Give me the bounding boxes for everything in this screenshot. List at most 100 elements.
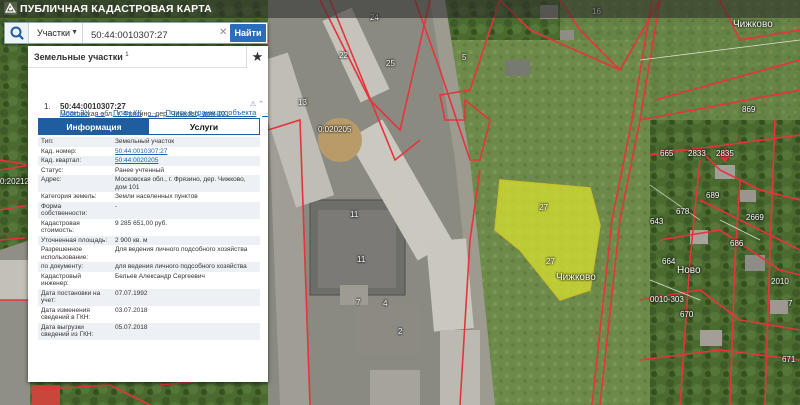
building-label: 22 xyxy=(339,51,348,60)
app-logo-icon xyxy=(4,2,17,15)
search-type-label: Участки xyxy=(37,28,70,38)
attribute-value: 2 900 кв. м xyxy=(112,235,260,245)
tab-services[interactable]: Услуги xyxy=(149,119,259,134)
parcel-label: 678 xyxy=(676,207,690,216)
building-label: 13 xyxy=(298,98,307,107)
table-row: Дата выгрузки сведений из ГКН: 05.07.2018 xyxy=(38,322,260,340)
table-row: Кад. номер: 50:44:0010307:27 xyxy=(38,147,260,157)
find-button[interactable]: Найти xyxy=(230,24,266,42)
panel-header: Земельные участки 1 ★ xyxy=(28,46,268,68)
attribute-key: Адрес: xyxy=(38,175,112,192)
building-label: 5 xyxy=(462,53,467,62)
parcel-label: 7 xyxy=(788,299,793,308)
attribute-key: Дата выгрузки сведений из ГКН: xyxy=(38,322,112,340)
search-input[interactable] xyxy=(87,23,217,43)
building-label: 4 xyxy=(383,299,388,308)
panel-tabs: Информация Услуги xyxy=(38,118,260,135)
building-label: 11 xyxy=(350,210,359,219)
attributes-table: Тип: Земельный участок Кад. номер: 50:44:00… xyxy=(38,137,260,340)
parcel-label: 2835 xyxy=(716,149,734,158)
table-row: Дата изменения сведений в ГКН: 03.07.2018 xyxy=(38,306,260,323)
building-label: 11 xyxy=(357,255,366,264)
clear-icon[interactable]: ✕ xyxy=(219,27,227,38)
attribute-value: Земельный участок xyxy=(112,137,260,147)
locality-label: Чижково xyxy=(556,272,596,283)
table-row: Адрес: Московская обл., г. Фрязино, дер. … xyxy=(38,175,260,192)
favorite-star-icon[interactable]: ★ xyxy=(246,46,268,68)
parcel-label: 670 xyxy=(680,310,694,319)
table-row: Кадастровая стоимость: 9 285 651,00 руб. xyxy=(38,219,260,236)
parcel-label: 643 xyxy=(650,217,664,226)
attribute-key: Кад. квартал: xyxy=(38,156,112,166)
table-row: Форма собственности: - xyxy=(38,201,260,219)
attribute-key: Кад. номер: xyxy=(41,147,77,155)
attribute-value: 05.07.2018 xyxy=(112,322,260,340)
attribute-key: Дата постановки на учет: xyxy=(38,288,112,306)
block-label: 0:20212 xyxy=(0,177,29,186)
info-panel: Земельные участки 1 ★ 1. 50:44:0010307:2… xyxy=(28,46,268,382)
parcel-label: 671 xyxy=(782,355,796,364)
attribute-key: Статус: xyxy=(41,166,64,174)
attribute-key: Разрешенное использование: xyxy=(41,246,89,261)
attribute-key: Форма собственности: xyxy=(38,201,112,219)
attribute-value: 07.07.1992 xyxy=(112,288,260,306)
attribute-key: по документу: xyxy=(38,262,112,272)
attribute-value: 03.07.2018 xyxy=(115,306,148,314)
attribute-value: Бельев Александр Сергеевич xyxy=(115,272,205,280)
parcel-label: 665 xyxy=(660,149,674,158)
tab-info[interactable]: Информация xyxy=(39,119,149,134)
table-row: Дата постановки на учет: 07.07.1992 xyxy=(38,288,260,306)
attribute-value: 9 285 651,00 руб. xyxy=(115,219,168,227)
parcel-label: 2669 xyxy=(746,213,764,222)
attribute-value: Для ведения личного подсобного хозяйства xyxy=(115,246,248,253)
building-label: 7 xyxy=(356,298,361,307)
result-number: 1. xyxy=(44,102,51,111)
table-row: Кадастровый инженер: Бельев Александр Сер… xyxy=(38,272,260,289)
table-row: Тип: Земельный участок xyxy=(38,137,260,147)
table-row: по документу: для ведения личного подсобн… xyxy=(38,262,260,272)
parcel-label: 27 xyxy=(546,257,555,266)
warning-icon[interactable]: ⚠ xyxy=(250,101,256,108)
attribute-key: Категория земель: xyxy=(41,193,97,200)
collapse-icon[interactable]: ⌃ xyxy=(258,101,264,108)
parcel-label: 27 xyxy=(539,203,548,212)
table-row: Разрешенное использование: Для ведения ли… xyxy=(38,245,260,262)
attribute-key: Уточненная площадь: xyxy=(38,235,112,245)
app-title: ПУБЛИЧНАЯ КАДАСТРОВАЯ КАРТА xyxy=(20,3,212,15)
attribute-value: - xyxy=(112,201,260,219)
attribute-value: Земли населенных пунктов xyxy=(115,193,198,200)
parcel-label: 664 xyxy=(662,257,676,266)
building-label: 25 xyxy=(386,59,395,68)
locality-label: Ново xyxy=(677,265,701,276)
attribute-value[interactable]: 50:44:0010307:27 xyxy=(112,147,260,157)
search-in-bounds-link[interactable]: Поиск в границах объекта → xyxy=(166,108,268,117)
block-label: 0:020205 xyxy=(318,125,352,134)
parcel-label: 2010 xyxy=(771,277,789,286)
attribute-key: Тип: xyxy=(38,137,112,147)
attribute-key: Кадастровая стоимость: xyxy=(41,219,80,235)
building-label: 2 xyxy=(398,327,403,336)
search-toggle-button[interactable] xyxy=(5,23,29,43)
attribute-key: Кадастровый инженер: xyxy=(41,272,82,288)
table-row: Категория земель: Земли населенных пункто… xyxy=(38,192,260,202)
plan-zu-link[interactable]: План ЗУ → xyxy=(60,108,105,117)
table-row: Уточненная площадь: 2 900 кв. м xyxy=(38,235,260,245)
attribute-value: Ранее учтенный xyxy=(115,166,164,174)
locality-label: Чижково xyxy=(733,19,773,30)
result-count: 1 xyxy=(125,52,129,58)
plan-kk-link[interactable]: План КК → xyxy=(113,108,158,117)
attribute-key: Дата изменения сведений в ГКН: xyxy=(41,306,91,322)
search-bar: Участки ▼ ✕ Найти xyxy=(4,22,268,44)
result-links: План ЗУ → План КК → Поиск в границах объ… xyxy=(60,108,268,117)
parcel-label: 2833 xyxy=(688,149,706,158)
attribute-value[interactable]: 50:44:0020205 xyxy=(112,156,260,166)
result-item[interactable]: 1. 50:44:0010307:27 ⚠ ⌃ Московская обл.,… xyxy=(28,68,268,118)
panel-title: Земельные участки 1 xyxy=(34,52,129,62)
parcel-label: 689 xyxy=(706,191,720,200)
search-type-select[interactable]: Участки ▼ xyxy=(31,23,83,43)
attribute-value: Московская обл., г. Фрязино, дер. Чижков… xyxy=(112,175,260,192)
parcel-label: 869 xyxy=(742,105,756,114)
table-row: Статус: Ранее учтенный xyxy=(38,166,260,176)
block-label: 0010-303 xyxy=(650,295,684,304)
search-icon xyxy=(10,26,24,40)
